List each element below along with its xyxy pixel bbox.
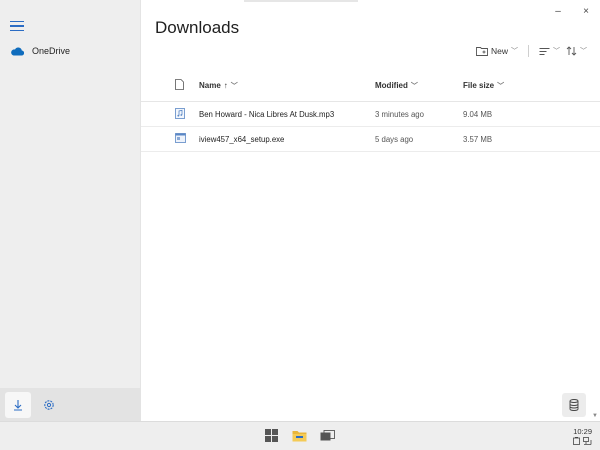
download-arrow-icon <box>14 400 22 411</box>
cloud-icon <box>11 47 24 56</box>
toolbar: New ﹀ ﹀ ﹀ <box>476 42 587 60</box>
exe-file-icon <box>175 133 186 145</box>
storage-button[interactable] <box>562 393 586 417</box>
chevron-down-icon: ﹀ <box>511 48 518 55</box>
windows-logo-icon <box>265 429 278 442</box>
task-view-icon <box>320 430 335 441</box>
new-button-label: New <box>490 46 508 56</box>
toolbar-divider <box>528 45 529 57</box>
page-title: Downloads <box>155 18 240 37</box>
file-size: 9.04 MB <box>463 109 493 119</box>
system-tray[interactable]: 10:29 <box>573 426 592 445</box>
list-view-icon <box>539 47 550 55</box>
name-column-header[interactable]: Name ↑ ﹀ <box>199 81 238 91</box>
sidebar: OneDrive <box>0 0 141 421</box>
file-modified: 3 minutes ago <box>375 109 424 119</box>
window-controls: – × <box>544 0 600 22</box>
file-modified: 5 days ago <box>375 134 414 144</box>
sort-icon <box>566 46 577 56</box>
folder-icon <box>292 431 307 442</box>
start-button[interactable] <box>265 429 281 443</box>
chevron-down-icon: ﹀ <box>497 82 505 90</box>
sidebar-item-label: OneDrive <box>32 46 71 56</box>
new-button[interactable]: New ﹀ <box>476 46 518 56</box>
network-icon <box>583 437 592 445</box>
gear-icon <box>44 400 54 410</box>
new-folder-icon <box>476 47 488 56</box>
file-size: 3.57 MB <box>463 134 493 144</box>
file-size-column-header[interactable]: File size ﹀ <box>463 81 504 91</box>
file-explorer-taskbar-button[interactable] <box>292 429 308 443</box>
sidebar-bottom-bar <box>0 388 141 421</box>
scroll-down-arrow-icon[interactable]: ▼ <box>592 413 598 419</box>
table-row[interactable]: iview457_x64_setup.exe 5 days ago 3.57 M… <box>141 127 600 152</box>
main-panel: – × Downloads New ﹀ ﹀ ﹀ Name ↑ ﹀ Modifie… <box>141 0 600 421</box>
column-header-label: Modified <box>375 81 408 90</box>
file-name: Ben Howard - Nica Libres At Dusk.mp3 <box>199 109 335 119</box>
audio-file-icon <box>175 107 185 121</box>
file-type-column-header[interactable] <box>175 79 184 92</box>
file-name: iview457_x64_setup.exe <box>199 134 285 144</box>
sidebar-item-onedrive[interactable]: OneDrive <box>10 46 70 56</box>
settings-button[interactable] <box>36 392 62 418</box>
table-header: Name ↑ ﹀ Modified ﹀ File size ﹀ <box>141 70 600 102</box>
file-table: Name ↑ ﹀ Modified ﹀ File size ﹀ Ben Howa… <box>141 70 600 152</box>
title-bar-drag-area[interactable] <box>244 0 358 2</box>
sort-ascending-icon: ↑ <box>223 81 228 90</box>
tray-icons <box>573 437 592 445</box>
hamburger-menu-icon[interactable] <box>10 21 24 33</box>
chevron-down-icon: ﹀ <box>553 48 560 55</box>
clock-time: 10:29 <box>573 427 592 436</box>
chevron-down-icon: ﹀ <box>410 82 418 90</box>
column-header-label: Name <box>199 81 221 90</box>
minimize-button[interactable]: – <box>544 0 572 22</box>
battery-icon <box>573 437 580 445</box>
column-header-label: File size <box>463 81 495 90</box>
sort-button[interactable]: ﹀ <box>566 46 587 56</box>
database-icon <box>569 399 579 411</box>
taskbar: 10:29 <box>0 421 600 450</box>
view-options-button[interactable]: ﹀ <box>539 46 560 56</box>
chevron-down-icon: ﹀ <box>580 48 587 55</box>
chevron-down-icon: ﹀ <box>230 82 238 90</box>
modified-column-header[interactable]: Modified ﹀ <box>375 81 418 91</box>
table-row[interactable]: Ben Howard - Nica Libres At Dusk.mp3 3 m… <box>141 102 600 127</box>
file-icon <box>175 79 184 90</box>
downloads-button[interactable] <box>5 392 31 418</box>
task-view-button[interactable] <box>320 429 336 443</box>
close-button[interactable]: × <box>572 0 600 22</box>
